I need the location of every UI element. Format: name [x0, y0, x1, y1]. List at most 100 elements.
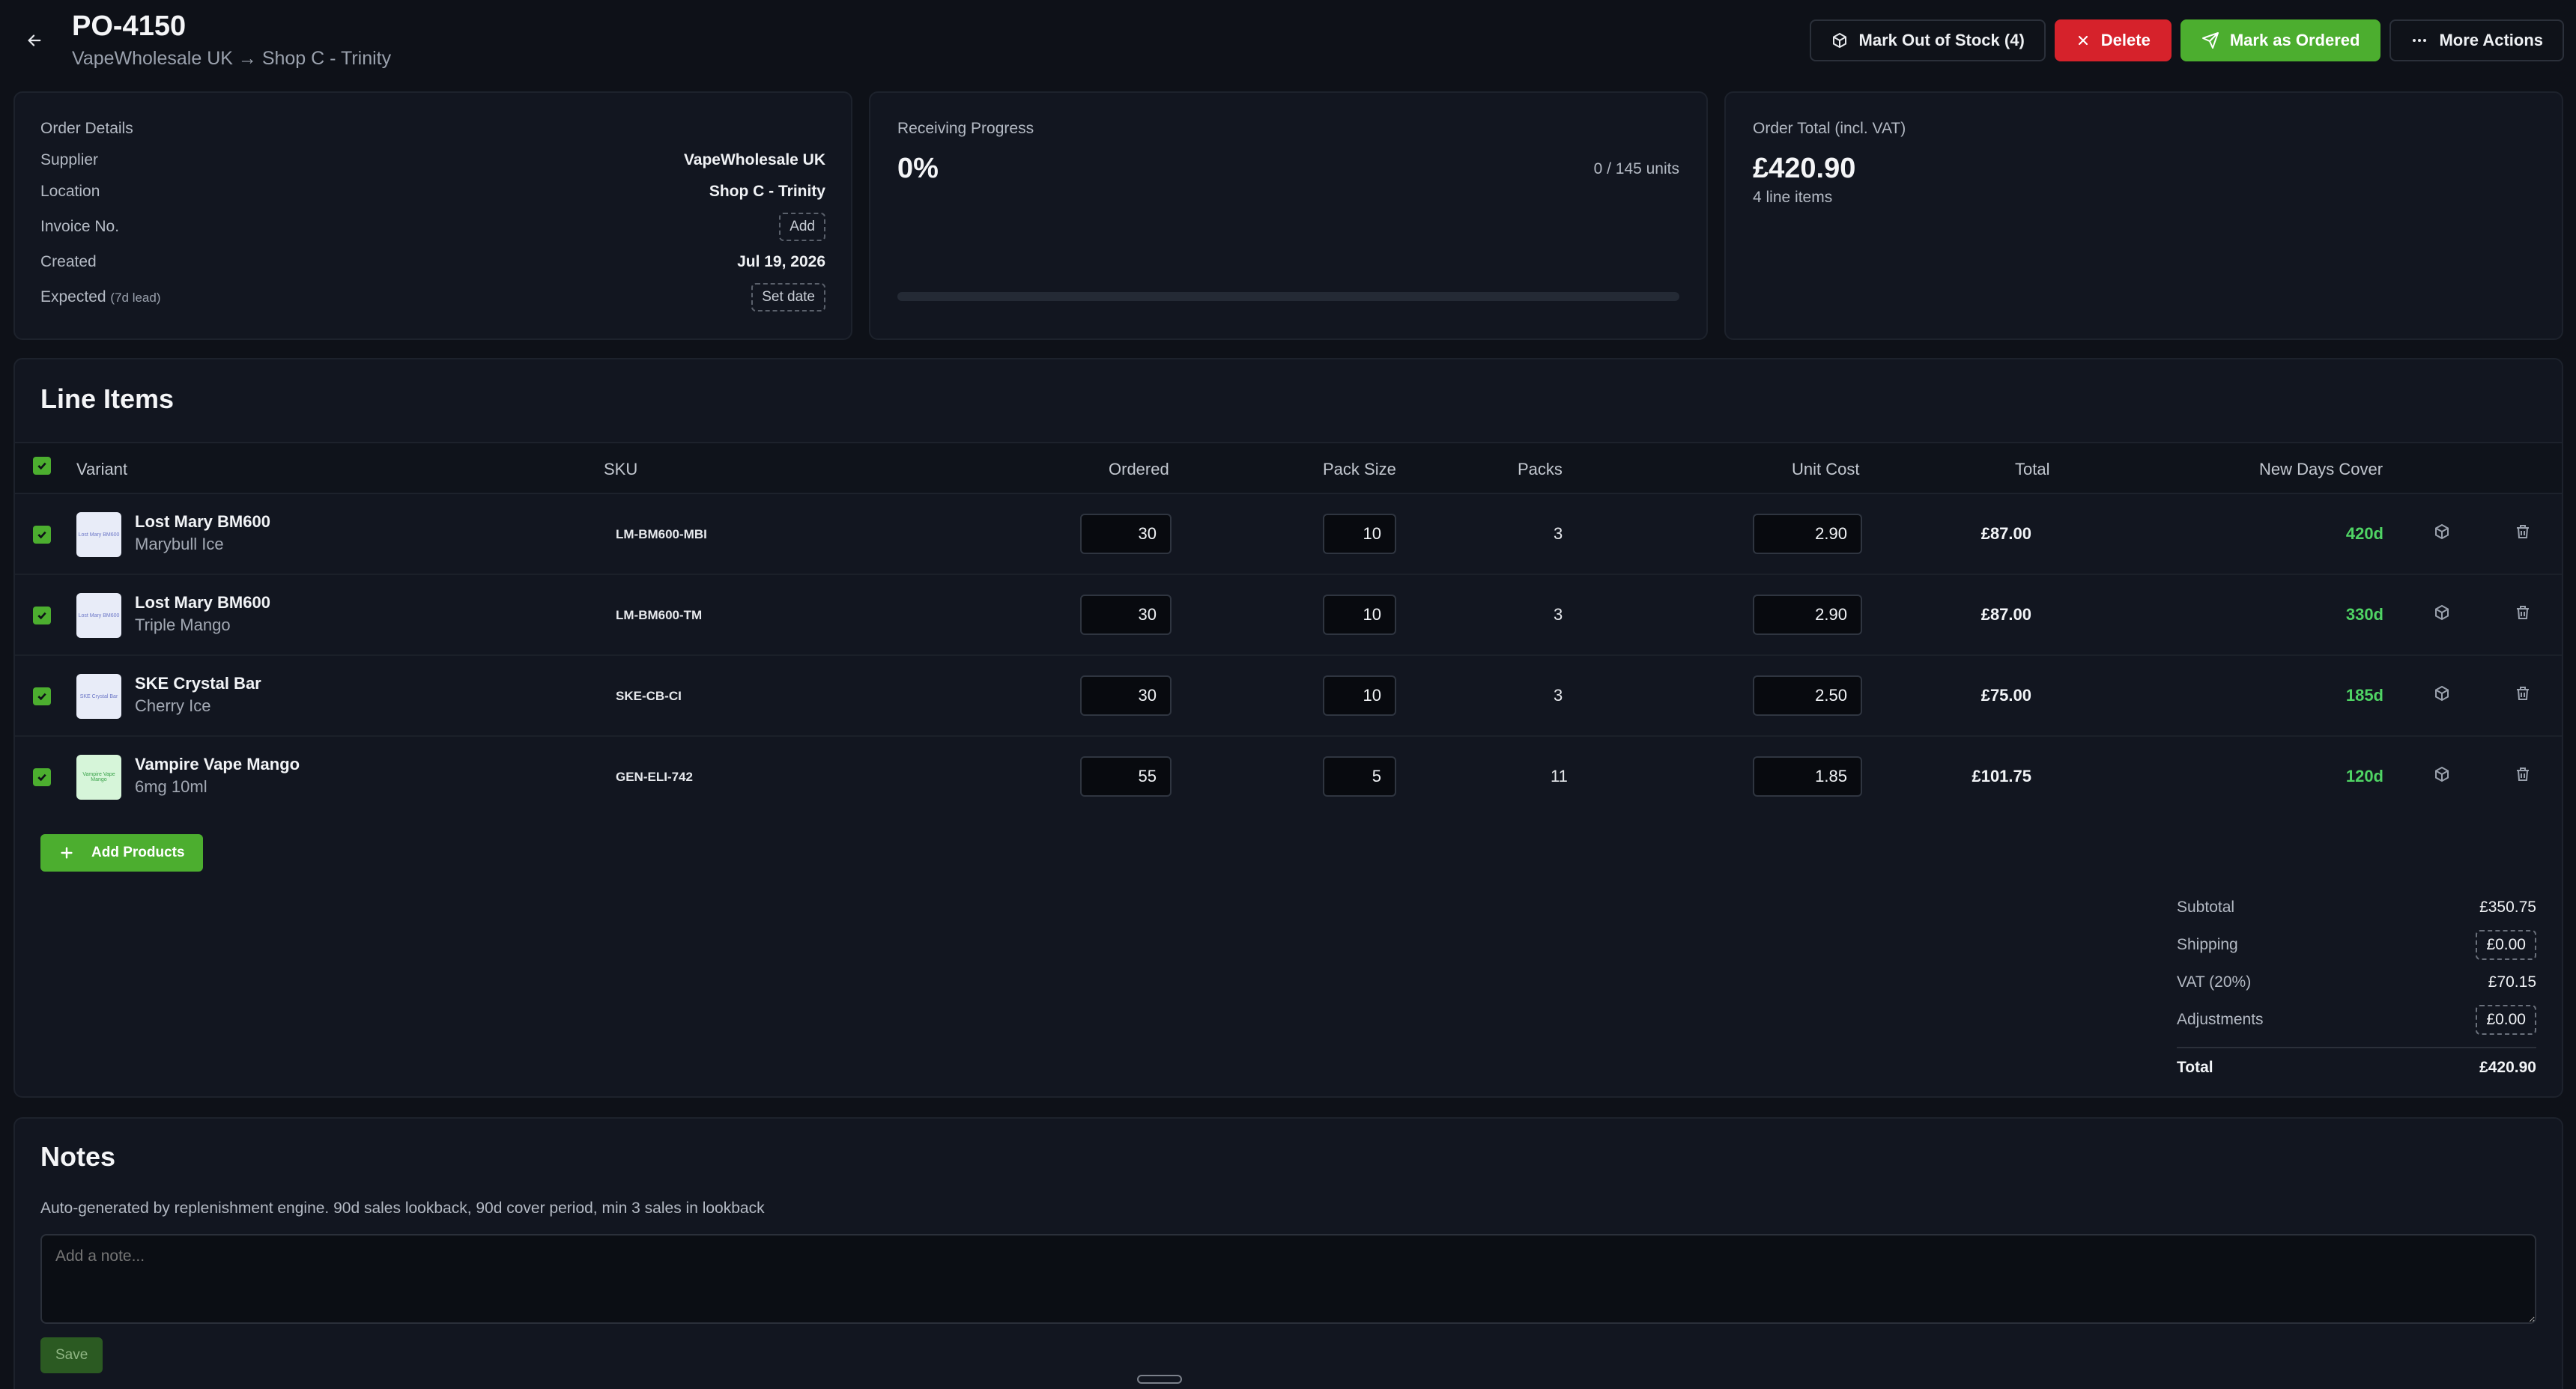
order-total-card: Order Total (incl. VAT) £420.90 4 line i… — [1724, 91, 2563, 340]
plus-icon — [61, 847, 73, 859]
product-name: Vampire Vape Mango — [135, 755, 300, 773]
expected-label: Expected — [40, 288, 106, 306]
table-row: Lost Mary BM600 Lost Mary BM600 Triple M… — [15, 575, 2562, 656]
mark-out-of-stock-button[interactable]: Mark Out of Stock (4) — [1809, 19, 2046, 61]
product-thumbnail: Vampire Vape Mango — [76, 755, 121, 800]
order-total-line-items: 4 line items — [1753, 189, 1833, 206]
pack-size-input[interactable]: 5 — [1323, 756, 1396, 797]
check-icon — [37, 612, 46, 620]
note-input[interactable] — [40, 1234, 2536, 1324]
vat-label: VAT (20%) — [2177, 973, 2252, 991]
add-invoice-button[interactable]: Add — [779, 213, 825, 241]
product-sku: LM-BM600-MBI — [616, 527, 707, 541]
notes-title: Notes — [40, 1141, 116, 1172]
mark-as-ordered-label: Mark as Ordered — [2229, 31, 2360, 49]
row-total: £75.00 — [1981, 686, 2031, 705]
unit-cost-input[interactable]: 2.90 — [1753, 514, 1862, 554]
mark-out-of-stock-row-button[interactable] — [2433, 684, 2451, 707]
product-variant: Marybull Ice — [135, 535, 224, 553]
check-icon — [37, 693, 46, 701]
ordered-input[interactable]: 30 — [1080, 514, 1172, 554]
product-sku: LM-BM600-TM — [616, 608, 703, 622]
delete-row-button[interactable] — [2514, 523, 2532, 545]
shipping-input[interactable]: £0.00 — [2476, 930, 2536, 960]
location-label: Location — [40, 183, 100, 200]
receiving-units: 0 / 145 units — [1593, 160, 1679, 177]
product-variant: Triple Mango — [135, 616, 231, 634]
save-note-button[interactable]: Save — [40, 1337, 103, 1373]
column-packs: Packs — [1518, 460, 1563, 478]
line-items-title: Line Items — [40, 383, 175, 414]
adjustments-input[interactable]: £0.00 — [2476, 1005, 2536, 1035]
trash-icon — [2517, 606, 2529, 619]
vat-row: VAT (20%) £70.15 — [2177, 973, 2536, 991]
mark-out-of-stock-row-button[interactable] — [2433, 765, 2451, 788]
pack-size-input[interactable]: 10 — [1323, 595, 1396, 635]
invoice-row: Invoice No. Add — [40, 213, 825, 241]
product-sku: GEN-ELI-742 — [616, 770, 693, 784]
unit-cost-input[interactable]: 2.90 — [1753, 595, 1862, 635]
expected-lead-note: (7d lead) — [110, 291, 161, 305]
unit-cost-input[interactable]: 2.50 — [1753, 675, 1862, 716]
add-products-label: Add Products — [91, 845, 185, 860]
auto-generated-note: Auto-generated by replenishment engine. … — [40, 1200, 765, 1217]
location-row: Location Shop C - Trinity — [40, 183, 825, 201]
more-actions-button[interactable]: More Actions — [2389, 19, 2564, 61]
vat-value: £70.15 — [2488, 973, 2536, 991]
product-thumbnail: Lost Mary BM600 — [76, 512, 121, 557]
expected-label-group: Expected (7d lead) — [40, 288, 161, 306]
delete-row-button[interactable] — [2514, 684, 2532, 707]
pack-size-input[interactable]: 10 — [1323, 514, 1396, 554]
line-items-table-header: Variant SKU Ordered Pack Size Packs Unit… — [15, 442, 2562, 494]
add-products-button[interactable]: Add Products — [40, 834, 203, 872]
row-checkbox[interactable] — [33, 607, 51, 624]
column-pack-size: Pack Size — [1323, 460, 1396, 478]
column-total: Total — [2015, 460, 2050, 478]
mark-as-ordered-button[interactable]: Mark as Ordered — [2180, 19, 2381, 61]
select-all-checkbox[interactable] — [33, 457, 51, 475]
row-total: £87.00 — [1981, 524, 2031, 543]
mark-out-of-stock-row-button[interactable] — [2433, 604, 2451, 626]
pack-size-input[interactable]: 10 — [1323, 675, 1396, 716]
delete-button[interactable]: Delete — [2054, 19, 2172, 61]
back-button[interactable] — [21, 27, 48, 54]
ordered-input[interactable]: 30 — [1080, 675, 1172, 716]
summary-divider — [2177, 1047, 2536, 1048]
package-x-icon — [2435, 766, 2449, 782]
row-checkbox[interactable] — [33, 687, 51, 705]
scroll-indicator[interactable] — [1137, 1375, 1182, 1384]
receiving-progress-bar — [897, 292, 1679, 301]
product-variant: 6mg 10ml — [135, 777, 207, 796]
adjustments-row: Adjustments £0.00 — [2177, 1005, 2536, 1035]
unit-cost-input[interactable]: 1.85 — [1753, 756, 1862, 797]
supplier-label: Supplier — [40, 151, 99, 168]
packs-value: 3 — [1554, 686, 1563, 705]
order-total-heading: Order Total (incl. VAT) — [1753, 120, 1906, 137]
subtotal-label: Subtotal — [2177, 899, 2235, 916]
product-sku: SKE-CB-CI — [616, 689, 682, 703]
check-icon — [37, 773, 46, 782]
column-variant: Variant — [76, 460, 128, 478]
new-days-cover: 330d — [2345, 605, 2383, 624]
ellipsis-icon — [2413, 39, 2427, 42]
row-total: £87.00 — [1981, 605, 2031, 624]
ordered-input[interactable]: 55 — [1080, 756, 1172, 797]
delete-row-button[interactable] — [2514, 765, 2532, 788]
table-row: Lost Mary BM600 Lost Mary BM600 Marybull… — [15, 494, 2562, 575]
set-date-button[interactable]: Set date — [751, 283, 825, 311]
delete-row-button[interactable] — [2514, 604, 2532, 626]
row-checkbox[interactable] — [33, 526, 51, 544]
packs-value: 3 — [1554, 605, 1563, 624]
created-row: Created Jul 19, 2026 — [40, 253, 825, 271]
new-days-cover: 420d — [2345, 524, 2383, 543]
check-icon — [37, 462, 46, 470]
package-x-icon — [2435, 523, 2449, 540]
mark-out-of-stock-label: Mark Out of Stock (4) — [1858, 31, 2025, 49]
row-checkbox[interactable] — [33, 768, 51, 786]
subtotal-row: Subtotal £350.75 — [2177, 899, 2536, 917]
location-value: Shop C - Trinity — [709, 183, 825, 200]
receiving-percent: 0% — [897, 153, 939, 184]
total-value: £420.90 — [2479, 1059, 2536, 1076]
ordered-input[interactable]: 30 — [1080, 595, 1172, 635]
mark-out-of-stock-row-button[interactable] — [2433, 523, 2451, 545]
